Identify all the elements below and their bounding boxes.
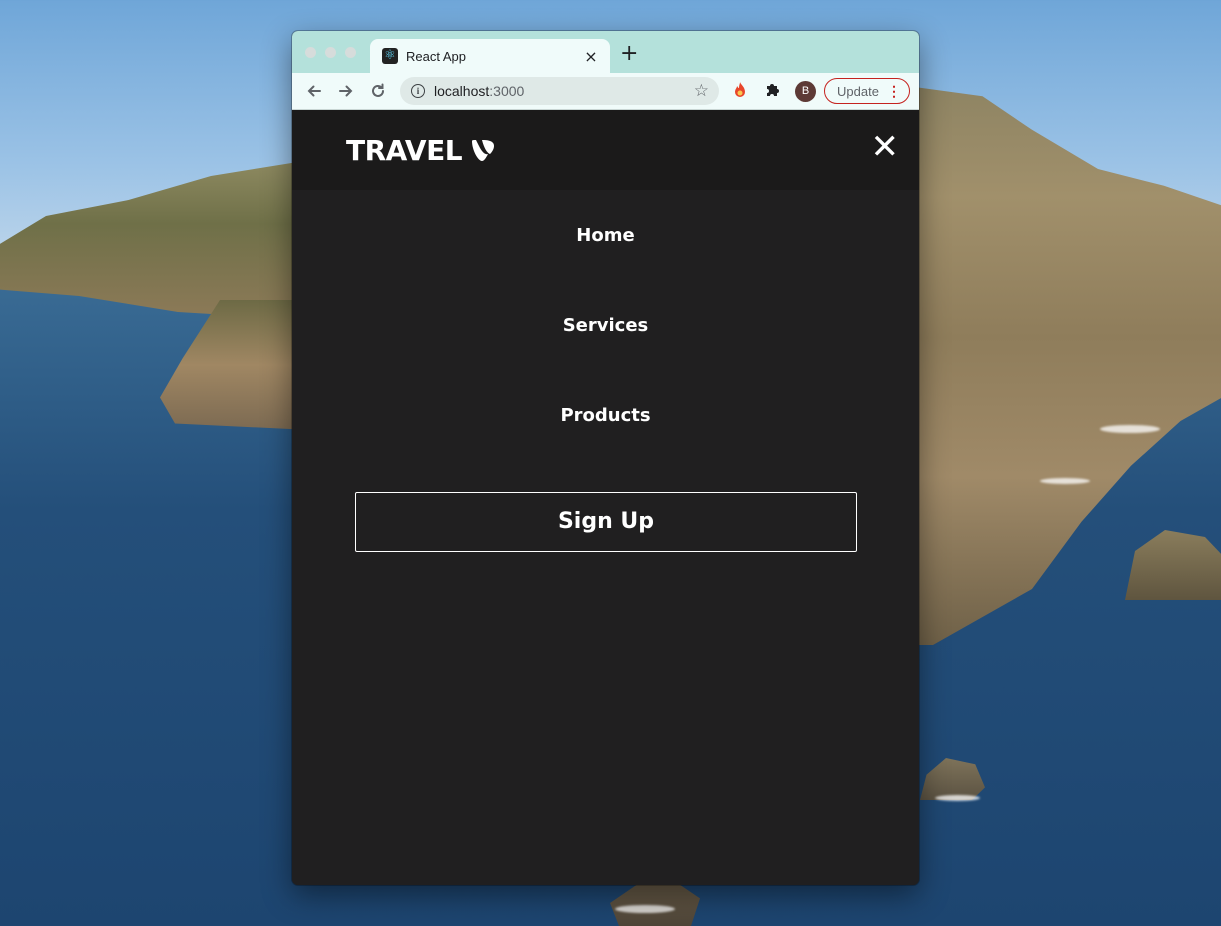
- menu-item-home[interactable]: Home: [292, 225, 919, 246]
- forward-arrow-icon[interactable]: [335, 80, 357, 102]
- more-menu-icon[interactable]: ⋮: [887, 83, 901, 99]
- browser-toolbar: i localhost:3000 ☆ B Update ⋮: [292, 73, 919, 110]
- window-zoom-dot[interactable]: [345, 47, 356, 58]
- wallpaper-rock-bottom: [610, 880, 700, 926]
- window-minimize-dot[interactable]: [325, 47, 336, 58]
- extensions-puzzle-icon[interactable]: [763, 81, 783, 101]
- tab-react-app[interactable]: ⚛ React App ×: [370, 39, 610, 73]
- wallpaper-foam: [1100, 425, 1160, 433]
- browser-window: ⚛ React App × + i localhost:3000 ☆ B Upd…: [292, 31, 919, 885]
- menu-item-services[interactable]: Services: [292, 315, 919, 336]
- window-close-dot[interactable]: [305, 47, 316, 58]
- new-tab-button[interactable]: +: [620, 43, 638, 65]
- reload-icon[interactable]: [367, 80, 389, 102]
- update-label: Update: [837, 83, 879, 99]
- menu-item-products[interactable]: Products: [292, 405, 919, 426]
- wallpaper-rock-right: [1125, 530, 1221, 600]
- typo3-logo-icon: [472, 139, 495, 161]
- update-button[interactable]: Update ⋮: [824, 78, 910, 104]
- url-text: localhost:3000: [434, 83, 525, 99]
- tab-close-icon[interactable]: ×: [582, 47, 600, 66]
- close-menu-icon[interactable]: ✕: [871, 130, 900, 164]
- wallpaper-foam: [935, 795, 980, 801]
- back-arrow-icon[interactable]: [303, 80, 325, 102]
- react-favicon-icon: ⚛: [382, 48, 398, 64]
- logo-text: TRAVEL: [346, 134, 463, 167]
- site-info-icon[interactable]: i: [411, 84, 425, 98]
- web-page: TRAVEL ✕ Home Services Products Sign Up: [292, 110, 919, 885]
- wallpaper-foam: [1040, 478, 1090, 484]
- sign-up-button[interactable]: Sign Up: [355, 492, 857, 552]
- site-logo[interactable]: TRAVEL: [346, 134, 496, 167]
- wallpaper-cliff-left: [160, 300, 310, 430]
- wallpaper-foam: [615, 905, 675, 913]
- wallpaper-land-left: [0, 160, 310, 320]
- wallpaper-rock-small: [920, 758, 985, 800]
- tab-strip: ⚛ React App × +: [292, 31, 919, 73]
- profile-avatar[interactable]: B: [795, 81, 816, 102]
- site-navbar: TRAVEL ✕: [292, 110, 919, 190]
- fire-extension-icon[interactable]: [730, 81, 750, 101]
- tab-title: React App: [406, 48, 466, 64]
- bookmark-star-icon[interactable]: ☆: [694, 81, 709, 101]
- address-bar[interactable]: i localhost:3000 ☆: [400, 77, 719, 105]
